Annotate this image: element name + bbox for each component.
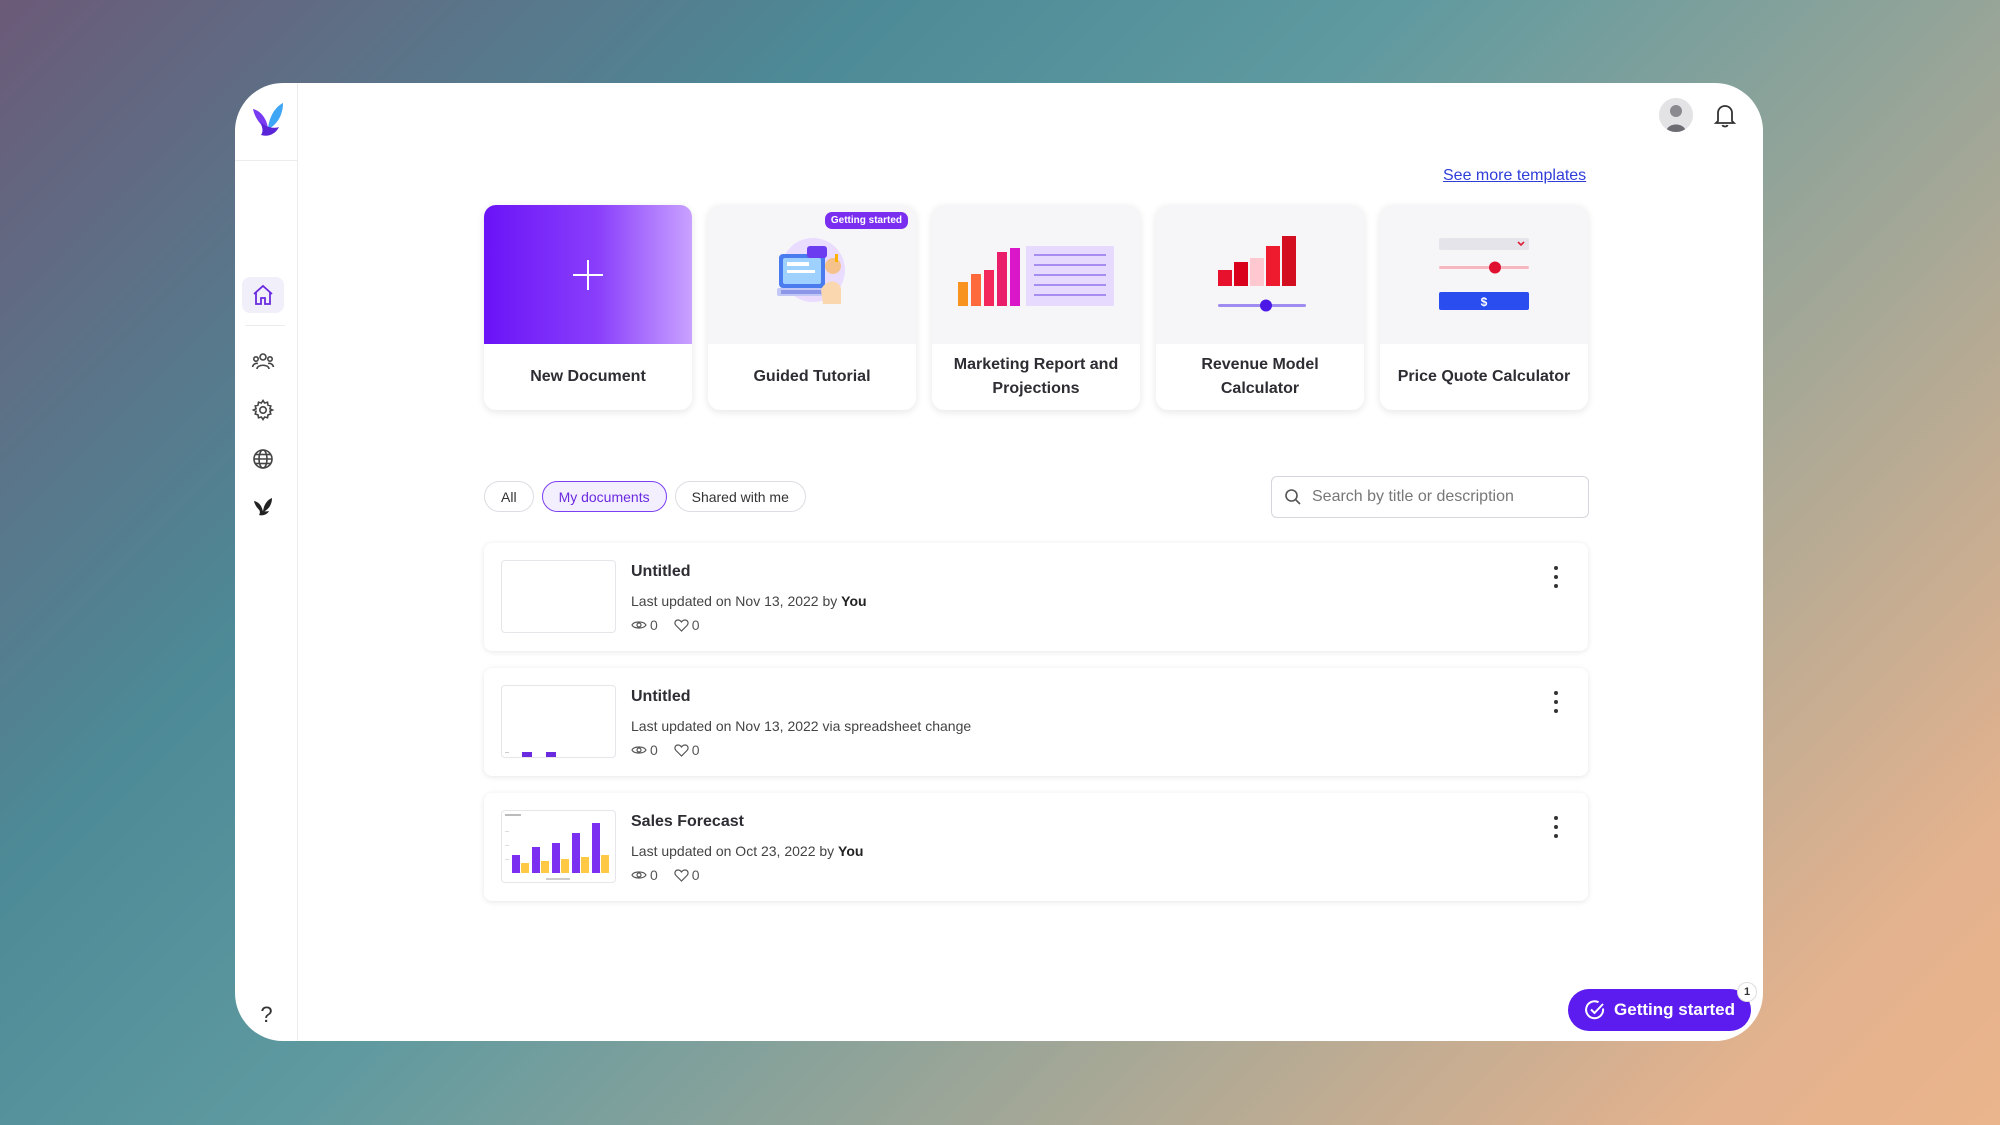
views-count: 0 xyxy=(650,617,658,633)
marketing-report-thumbnail xyxy=(932,205,1140,344)
svg-text:$: $ xyxy=(1481,295,1488,309)
heart-icon xyxy=(674,868,689,882)
check-circle-icon xyxy=(1585,1000,1605,1020)
likes-count: 0 xyxy=(691,742,700,758)
app-logo[interactable] xyxy=(247,97,287,143)
more-options-icon[interactable] xyxy=(1546,688,1566,716)
document-title: Sales Forecast xyxy=(631,813,744,830)
document-stats: 0 0 xyxy=(631,617,700,633)
template-card-guided-tutorial[interactable]: Getting started Guided Tutorial xyxy=(708,205,916,410)
sidebar-item-web[interactable] xyxy=(242,441,284,477)
search-icon xyxy=(1285,489,1301,505)
bell-icon[interactable] xyxy=(1710,100,1740,130)
more-options-icon[interactable] xyxy=(1546,813,1566,841)
views-count: 0 xyxy=(650,867,658,883)
document-title: Untitled xyxy=(631,563,691,580)
document-filters: All My documents Shared with me xyxy=(484,481,806,512)
sidebar-divider xyxy=(245,325,285,326)
sales-forecast-preview xyxy=(505,814,609,880)
app-window: ? See more templates New Document Gettin… xyxy=(235,83,1763,1041)
document-updated-text: Last updated on Nov 13, 2022 by xyxy=(631,593,842,609)
plus-icon xyxy=(573,259,603,290)
revenue-chart-illustration xyxy=(1218,235,1306,311)
sidebar-item-settings[interactable] xyxy=(242,392,284,428)
template-card-new-document[interactable]: New Document xyxy=(484,205,692,410)
document-preview xyxy=(505,752,556,757)
template-card-label: Price Quote Calculator xyxy=(1397,368,1571,385)
bird-logo-icon xyxy=(254,498,272,516)
users-icon xyxy=(251,353,275,370)
likes-stat: 0 xyxy=(674,742,700,758)
getting-started-badge: Getting started xyxy=(824,212,908,229)
help-button[interactable]: ? xyxy=(235,995,298,1035)
globe-icon xyxy=(253,449,273,469)
likes-count: 0 xyxy=(691,617,700,633)
filter-shared-with-me[interactable]: Shared with me xyxy=(674,481,806,512)
bar-chart-illustration xyxy=(958,245,1114,306)
filter-my-documents[interactable]: My documents xyxy=(541,481,667,512)
template-card-marketing-report[interactable]: Marketing Report and Projections xyxy=(932,205,1140,410)
sidebar: ? xyxy=(235,83,298,1041)
gear-icon xyxy=(251,399,275,421)
more-options-icon[interactable] xyxy=(1546,563,1566,591)
heart-icon xyxy=(674,618,689,632)
getting-started-label: Getting started xyxy=(1614,1000,1735,1019)
sidebar-divider xyxy=(235,160,298,161)
document-meta: Last updated on Nov 13, 2022 via spreads… xyxy=(631,718,971,734)
new-document-thumbnail xyxy=(484,205,692,344)
eye-icon xyxy=(631,871,647,879)
tutorial-illustration xyxy=(777,237,845,304)
template-card-revenue-model[interactable]: Revenue Model Calculator xyxy=(1156,205,1364,410)
search-input[interactable] xyxy=(1312,488,1572,506)
document-list: Untitled Last updated on Nov 13, 2022 by… xyxy=(484,543,1588,918)
views-stat: 0 xyxy=(631,617,658,633)
template-card-label: New Document xyxy=(530,368,646,385)
see-more-templates-link[interactable]: See more templates xyxy=(1443,167,1586,185)
template-card-label: Revenue Model Calculator xyxy=(1201,356,1319,397)
sidebar-item-home[interactable] xyxy=(242,277,284,313)
price-quote-thumbnail: $ xyxy=(1380,205,1588,344)
filter-all[interactable]: All xyxy=(484,481,534,512)
template-card-label: Guided Tutorial xyxy=(753,368,871,385)
document-thumbnail xyxy=(501,810,616,883)
guided-tutorial-thumbnail: Getting started xyxy=(708,205,916,344)
sidebar-item-teams[interactable] xyxy=(242,343,284,379)
sidebar-item-brand[interactable] xyxy=(242,489,284,525)
document-stats: 0 0 xyxy=(631,742,700,758)
document-meta: Last updated on Nov 13, 2022 by You xyxy=(631,593,867,609)
document-updated-text: Last updated on Nov 13, 2022 via spreads… xyxy=(631,718,972,734)
document-row[interactable]: Sales Forecast Last updated on Oct 23, 2… xyxy=(484,793,1588,901)
price-quote-illustration: $ xyxy=(1439,237,1529,310)
heart-icon xyxy=(674,743,689,757)
views-stat: 0 xyxy=(631,742,658,758)
revenue-model-thumbnail xyxy=(1156,205,1364,344)
document-row[interactable]: Untitled Last updated on Nov 13, 2022 vi… xyxy=(484,668,1588,776)
views-stat: 0 xyxy=(631,867,658,883)
template-cards: New Document Getting started Guided Tuto… xyxy=(484,205,1588,410)
document-updated-by: You xyxy=(838,843,864,859)
document-updated-by: You xyxy=(841,593,867,609)
document-stats: 0 0 xyxy=(631,867,700,883)
views-count: 0 xyxy=(650,742,658,758)
user-avatar-icon xyxy=(1659,98,1693,132)
document-title: Untitled xyxy=(631,688,691,705)
home-icon xyxy=(253,284,273,305)
getting-started-count-badge: 1 xyxy=(1738,983,1756,1001)
eye-icon xyxy=(631,746,647,754)
search-box xyxy=(1271,476,1589,518)
likes-stat: 0 xyxy=(674,617,700,633)
likes-count: 0 xyxy=(691,867,700,883)
getting-started-button[interactable]: Getting started xyxy=(1568,989,1751,1031)
document-meta: Last updated on Oct 23, 2022 by You xyxy=(631,843,863,859)
avatar[interactable] xyxy=(1659,98,1693,132)
document-thumbnail xyxy=(501,685,616,758)
document-updated-text: Last updated on Oct 23, 2022 by xyxy=(631,843,839,859)
template-card-label: Marketing Report and Projections xyxy=(953,356,1119,397)
document-row[interactable]: Untitled Last updated on Nov 13, 2022 by… xyxy=(484,543,1588,651)
eye-icon xyxy=(631,621,647,629)
document-thumbnail xyxy=(501,560,616,633)
template-card-price-quote[interactable]: $ Price Quote Calculator xyxy=(1380,205,1588,410)
likes-stat: 0 xyxy=(674,867,700,883)
